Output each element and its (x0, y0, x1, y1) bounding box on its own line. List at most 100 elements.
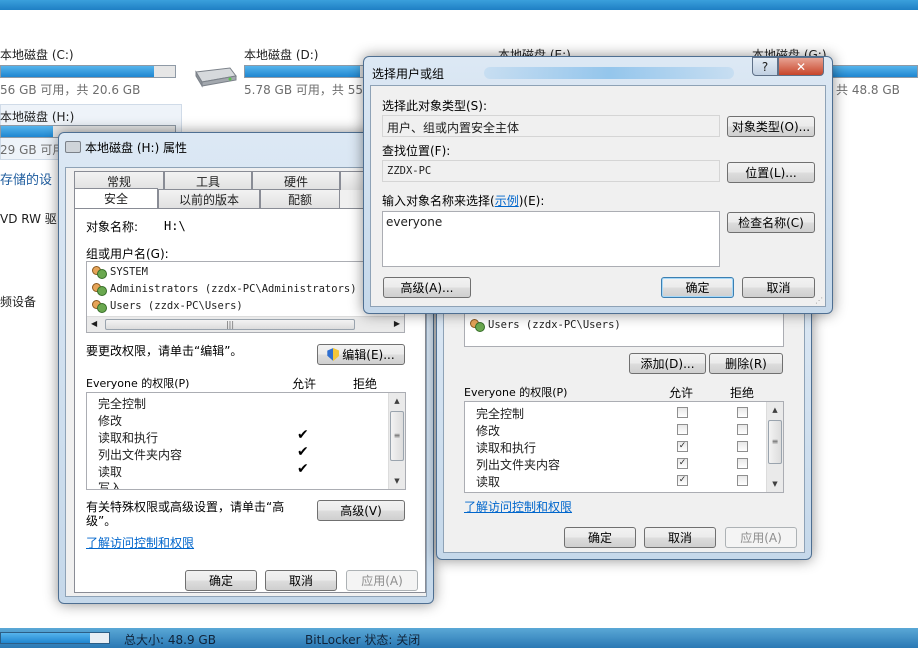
tab-quota[interactable]: 配额 (260, 189, 340, 208)
scroll-thumb[interactable]: ≡ (768, 420, 782, 464)
scroll-thumb[interactable]: ≡ (390, 411, 404, 461)
object-name-label: 对象名称: (86, 220, 139, 234)
cancel-button[interactable]: 取消 (742, 277, 815, 298)
user-row-system[interactable]: SYSTEM (92, 265, 148, 279)
permission-read-execute: 读取和执行 (98, 431, 159, 445)
resize-grip-icon[interactable]: ⋰ (815, 296, 823, 305)
perm-permissions-list: 完全控制 修改 读取和执行 ✓ 列出文件夹内容 ✓ 读取 ✓ ▲ ≡ ▼ (464, 401, 784, 493)
object-types-button[interactable]: 对象类型(O)... (727, 116, 815, 137)
scroll-up-arrow-icon[interactable]: ▲ (389, 393, 405, 409)
tab-tools[interactable]: 工具 (164, 171, 252, 190)
apply-button[interactable]: 应用(A) (346, 570, 418, 591)
learn-access-control-link[interactable]: 了解访问控制和权限 (86, 534, 194, 551)
advanced-hint-line2: 级”。 (86, 514, 117, 528)
permissions-list: 完全控制 修改 读取和执行 ✔ 列出文件夹内容 ✔ 读取 ✔ 写入 ▲ ≡ ▼ (86, 392, 406, 490)
permission-modify: 修改 (476, 424, 501, 438)
edit-hint: 要更改权限，请单击“编辑”。 (86, 344, 243, 358)
allow-header: 允许 (669, 386, 694, 400)
cancel-button[interactable]: 取消 (265, 570, 337, 591)
select-users-dialog: 选择用户或组 ? ✕ 选择此对象类型(S): 用户、组或内置安全主体 对象类型(… (363, 56, 833, 314)
scroll-thumb[interactable]: ||| (105, 319, 355, 330)
dialog-client-area: 选择此对象类型(S): 用户、组或内置安全主体 对象类型(O)... 查找位置(… (370, 85, 826, 307)
allow-header: 允许 (292, 377, 317, 391)
drive-h-free: 29 GB 可用 (0, 143, 65, 157)
locations-button[interactable]: 位置(L)... (727, 162, 815, 183)
scroll-down-arrow-icon[interactable]: ▼ (767, 476, 783, 492)
video-device-label[interactable]: 频设备 (0, 293, 36, 310)
drive-g-free: 共 48.8 GB (836, 83, 900, 97)
allow-checkbox[interactable] (677, 424, 688, 435)
drive-c-free: 56 GB 可用，共 20.6 GB (0, 83, 141, 97)
permissions-vscrollbar[interactable]: ▲ ≡ ▼ (388, 393, 405, 489)
object-names-input[interactable]: everyone (382, 211, 720, 267)
deny-checkbox[interactable] (737, 475, 748, 486)
scroll-left-arrow-icon[interactable]: ◀ (91, 319, 97, 328)
deny-checkbox[interactable] (737, 458, 748, 469)
enter-label-text: 输入对象名称来选择( (382, 194, 495, 208)
examples-link[interactable]: 示例 (495, 194, 519, 208)
cancel-button[interactable]: 取消 (644, 527, 716, 548)
ok-button[interactable]: 确定 (564, 527, 636, 548)
dialog-title: 选择用户或组 (372, 67, 445, 81)
deny-checkbox[interactable] (737, 441, 748, 452)
deny-header: 拒绝 (730, 386, 755, 400)
apply-button[interactable]: 应用(A) (725, 527, 797, 548)
status-usage-bar (0, 632, 110, 644)
user-row-label: SYSTEM (110, 265, 148, 278)
advanced-button[interactable]: 高级(A)... (383, 277, 471, 298)
scroll-right-arrow-icon[interactable]: ▶ (394, 319, 400, 328)
allow-check-icon: ✔ (297, 427, 309, 443)
add-button[interactable]: 添加(D)... (629, 353, 706, 374)
object-name-value: H:\ (164, 219, 186, 233)
remove-button[interactable]: 删除(R) (709, 353, 783, 374)
drive-icon (65, 141, 81, 153)
scroll-up-arrow-icon[interactable]: ▲ (767, 402, 783, 418)
drive-d-icon[interactable] (190, 62, 238, 88)
edit-button[interactable]: 编辑(E)... (317, 344, 405, 365)
object-type-value: 用户、组或内置安全主体 (387, 121, 520, 135)
window-title: 本地磁盘 (H:) 属性 (85, 141, 188, 155)
permission-modify: 修改 (98, 414, 123, 428)
permissions-header: Everyone 的权限(P) (464, 386, 568, 399)
deny-header: 拒绝 (353, 377, 378, 391)
location-field: ZZDX-PC (382, 160, 720, 182)
drive-c-label[interactable]: 本地磁盘 (C:) (0, 46, 74, 63)
permissions-vscrollbar[interactable]: ▲ ≡ ▼ (766, 402, 783, 492)
ok-button[interactable]: 确定 (185, 570, 257, 591)
status-bitlocker: BitLocker 状态: 关闭 (305, 633, 421, 647)
group-users-label: 组或用户名(G): (86, 247, 169, 261)
enter-names-label: 输入对象名称来选择(示例)(E): (382, 192, 544, 209)
close-button[interactable]: ✕ (778, 57, 824, 76)
ok-button[interactable]: 确定 (661, 277, 734, 298)
tab-previous-versions[interactable]: 以前的版本 (158, 189, 260, 208)
drive-d-label[interactable]: 本地磁盘 (D:) (244, 46, 318, 63)
drive-d-usage-bar (244, 65, 374, 78)
help-button[interactable]: ? (752, 57, 778, 76)
deny-checkbox[interactable] (737, 424, 748, 435)
deny-checkbox[interactable] (737, 407, 748, 418)
group-icon (92, 282, 107, 296)
drive-h-label[interactable]: 本地磁盘 (H:) (0, 108, 74, 125)
user-row-users[interactable]: Users (zzdx-PC\Users) (470, 318, 621, 332)
user-row-users[interactable]: Users (zzdx-PC\Users) (92, 299, 243, 313)
status-bar: 总大小: 48.9 GB BitLocker 状态: 关闭 (0, 628, 918, 648)
users-list[interactable]: SYSTEM Administrators (zzdx-PC\Administr… (86, 261, 405, 333)
allow-check-icon: ✔ (297, 461, 309, 477)
group-icon (92, 299, 107, 313)
allow-checkbox-checked[interactable]: ✓ (677, 441, 688, 452)
user-row-administrators[interactable]: Administrators (zzdx-PC\Administrators) (92, 282, 357, 296)
drive-c-usage-bar (0, 65, 176, 78)
permission-read: 读取 (98, 465, 123, 479)
location-label: 查找位置(F): (382, 144, 451, 158)
allow-checkbox-checked[interactable]: ✓ (677, 475, 688, 486)
advanced-button[interactable]: 高级(V) (317, 500, 405, 521)
scroll-down-arrow-icon[interactable]: ▼ (389, 473, 405, 489)
users-hscrollbar[interactable]: ◀ ||| ▶ (87, 316, 404, 332)
dvd-drive-label[interactable]: VD RW 驱 (0, 210, 57, 227)
allow-checkbox[interactable] (677, 407, 688, 418)
allow-checkbox-checked[interactable]: ✓ (677, 458, 688, 469)
learn-access-control-link[interactable]: 了解访问控制和权限 (464, 498, 572, 515)
check-names-button[interactable]: 检查名称(C) (727, 212, 815, 233)
tab-hardware[interactable]: 硬件 (252, 171, 340, 190)
tab-security[interactable]: 安全 (74, 188, 158, 208)
